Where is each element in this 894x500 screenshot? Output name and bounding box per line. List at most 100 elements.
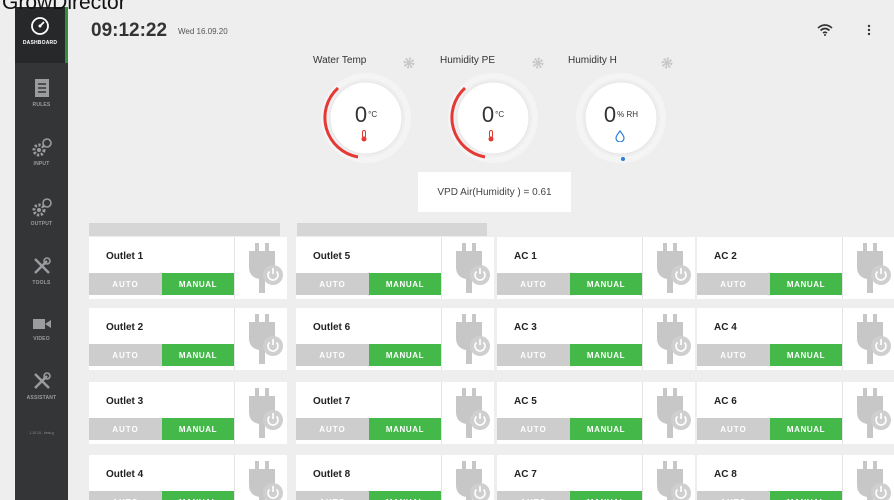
power-plug-icon[interactable]: [843, 308, 894, 370]
sidebar-item-label: VIDEO: [33, 336, 50, 342]
power-plug-icon[interactable]: [843, 237, 894, 299]
manual-mode-button[interactable]: MANUAL: [570, 418, 642, 440]
outlet-name: AC 6: [714, 396, 737, 407]
outlet-name: AC 3: [514, 322, 537, 333]
power-plug-icon[interactable]: [843, 382, 894, 444]
manual-mode-button[interactable]: MANUAL: [162, 344, 234, 366]
outlet-name: Outlet 3: [106, 396, 144, 407]
wifi-icon[interactable]: [817, 24, 833, 36]
power-plug-icon[interactable]: [235, 455, 287, 500]
sidebar-item-video[interactable]: VIDEO: [15, 307, 68, 363]
sidebar-item-assistant[interactable]: ASSISTANT: [15, 362, 68, 418]
tools-icon: [33, 257, 51, 274]
manual-mode-button[interactable]: MANUAL: [770, 273, 842, 295]
power-plug-icon[interactable]: [235, 382, 287, 444]
auto-mode-button[interactable]: AUTO: [296, 344, 369, 366]
settings-gear-icon[interactable]: [532, 57, 544, 69]
manual-mode-button[interactable]: MANUAL: [162, 491, 234, 500]
auto-mode-button[interactable]: AUTO: [697, 273, 770, 295]
manual-mode-button[interactable]: MANUAL: [369, 491, 441, 500]
sidebar-item-label: RULES: [32, 102, 51, 108]
auto-mode-button[interactable]: AUTO: [497, 273, 570, 295]
power-plug-icon[interactable]: [235, 308, 287, 370]
power-plug-icon[interactable]: [442, 308, 494, 370]
sidebar-item-input[interactable]: INPUT: [15, 128, 68, 184]
manual-mode-button[interactable]: MANUAL: [162, 418, 234, 440]
sidebar-item-output[interactable]: OUTPUT: [15, 188, 68, 244]
power-plug-icon[interactable]: [643, 455, 695, 500]
power-plug-icon[interactable]: [442, 237, 494, 299]
manual-mode-button[interactable]: MANUAL: [162, 273, 234, 295]
gauge-unit: % RH: [617, 110, 639, 119]
auto-mode-button[interactable]: AUTO: [497, 418, 570, 440]
auto-mode-button[interactable]: AUTO: [497, 344, 570, 366]
auto-mode-button[interactable]: AUTO: [89, 491, 162, 500]
gauge-unit: °C: [495, 110, 505, 119]
camera-icon: [32, 319, 51, 329]
auto-mode-button[interactable]: AUTO: [697, 344, 770, 366]
outlet-name: AC 5: [514, 396, 537, 407]
sidebar-item-tools[interactable]: TOOLS: [15, 247, 68, 303]
auto-mode-button[interactable]: AUTO: [89, 418, 162, 440]
auto-mode-button[interactable]: AUTO: [89, 344, 162, 366]
outlet-card: AC 7 AUTOMANUAL: [497, 455, 695, 500]
settings-gear-icon[interactable]: [403, 57, 415, 69]
manual-mode-button[interactable]: MANUAL: [369, 418, 441, 440]
outlet-name: Outlet 6: [313, 322, 351, 333]
outlet-name: AC 4: [714, 322, 737, 333]
auto-mode-button[interactable]: AUTO: [89, 273, 162, 295]
thermometer-icon: [488, 130, 494, 142]
power-plug-icon[interactable]: [235, 237, 287, 299]
thermometer-icon: [361, 130, 367, 142]
outlet-card: Outlet 5 AUTO MANUAL: [296, 237, 494, 299]
power-plug-icon[interactable]: [643, 308, 695, 370]
auto-mode-button[interactable]: AUTO: [296, 273, 369, 295]
gauge-label: Humidity PE: [440, 55, 496, 66]
manual-mode-button[interactable]: MANUAL: [770, 344, 842, 366]
sidebar-item-label: TOOLS: [32, 280, 51, 286]
gauge-value: 0: [481, 102, 495, 127]
column-header-tab: [297, 223, 487, 236]
manual-mode-button[interactable]: MANUAL: [770, 491, 842, 500]
vpd-readout: VPD Air(Humidity ) = 0.61: [418, 172, 571, 212]
sidebar-item-label: INPUT: [33, 161, 50, 167]
kebab-menu-icon[interactable]: [867, 24, 871, 36]
outlet-card: AC 2 AUTO MANUAL: [697, 237, 894, 299]
clock-date: Wed 16.09.20: [178, 27, 228, 36]
settings-gear-icon[interactable]: [661, 57, 673, 69]
app-window: GrowDirector DASHBOARD RULES INPUT OUTPU…: [0, 0, 894, 500]
outlet-card: AC 8 AUTOMANUAL: [697, 455, 894, 500]
outlet-card: AC 6 AUTO MANUAL: [697, 382, 894, 444]
sidebar-item-label: ASSISTANT: [26, 395, 57, 401]
version-label: 1.10.15 - beta.g: [29, 431, 54, 435]
power-plug-icon[interactable]: [442, 455, 494, 500]
gauge-value-wrap: 0% RH: [568, 102, 674, 128]
power-plug-icon[interactable]: [643, 237, 695, 299]
auto-mode-button[interactable]: AUTO: [296, 491, 369, 500]
gauge-label: Water Temp: [313, 55, 367, 66]
outlet-name: Outlet 5: [313, 251, 351, 262]
power-plug-icon[interactable]: [643, 382, 695, 444]
manual-mode-button[interactable]: MANUAL: [570, 491, 642, 500]
auto-mode-button[interactable]: AUTO: [697, 491, 770, 500]
outlet-card: Outlet 7 AUTO MANUAL: [296, 382, 494, 444]
power-plug-icon[interactable]: [442, 382, 494, 444]
sidebar-item-label: DASHBOARD: [22, 40, 58, 46]
manual-mode-button[interactable]: MANUAL: [570, 273, 642, 295]
manual-mode-button[interactable]: MANUAL: [369, 344, 441, 366]
outlet-card: AC 1 AUTO MANUAL: [497, 237, 695, 299]
power-plug-icon[interactable]: [843, 455, 894, 500]
auto-mode-button[interactable]: AUTO: [296, 418, 369, 440]
manual-mode-button[interactable]: MANUAL: [369, 273, 441, 295]
clock-time: 09:12:22: [91, 20, 168, 41]
auto-mode-button[interactable]: AUTO: [697, 418, 770, 440]
outlet-name: AC 1: [514, 251, 537, 262]
outlet-name: AC 8: [714, 469, 737, 480]
manual-mode-button[interactable]: MANUAL: [770, 418, 842, 440]
gauge-value-wrap: 0°C: [440, 102, 546, 128]
sidebar-item-rules[interactable]: RULES: [15, 69, 68, 125]
manual-mode-button[interactable]: MANUAL: [570, 344, 642, 366]
auto-mode-button[interactable]: AUTO: [497, 491, 570, 500]
sidebar-item-dashboard[interactable]: DASHBOARD: [15, 7, 68, 63]
sidebar-item-label: OUTPUT: [30, 221, 53, 227]
